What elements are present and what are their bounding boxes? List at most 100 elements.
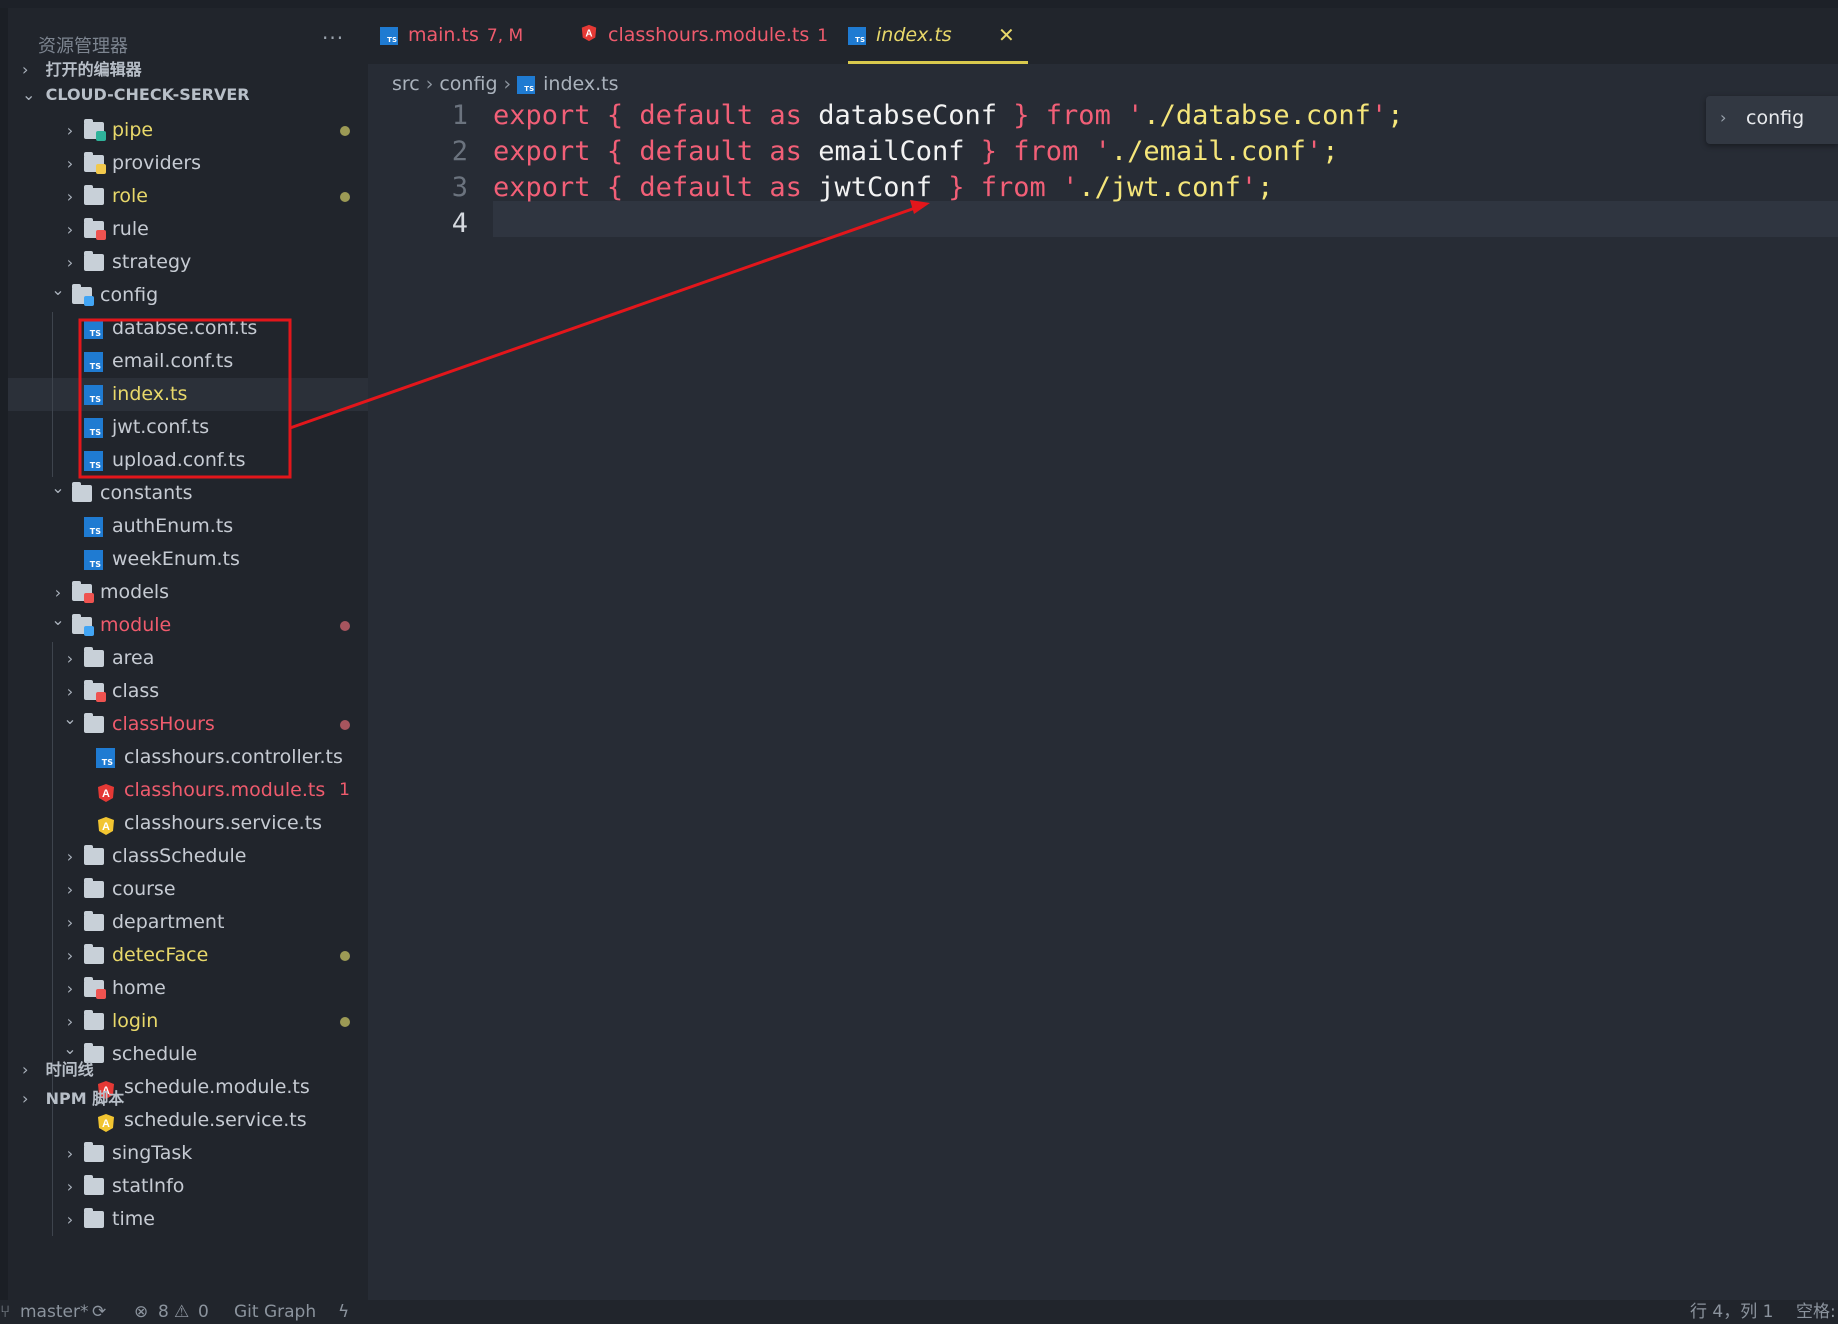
open-editors-section[interactable]: › 打开的编辑器: [22, 56, 142, 80]
folder-icon: [84, 911, 104, 931]
editor-tab[interactable]: Aclasshours.module.ts 1: [580, 8, 828, 64]
semicolon: ;: [1322, 136, 1339, 167]
sync-icon[interactable]: ⟳: [92, 1300, 106, 1324]
file-item[interactable]: Aclasshours.service.ts: [8, 807, 368, 840]
tab-bar: TS main.ts 7, M Aclasshours.module.ts 1 TS ind…: [368, 8, 1838, 64]
folder-item[interactable]: ⌄ constants: [8, 477, 368, 510]
folder-item[interactable]: › role: [8, 180, 368, 213]
folder-item[interactable]: › department: [8, 906, 368, 939]
keyword-export: export: [493, 100, 591, 131]
file-item[interactable]: TS email.conf.ts: [8, 345, 368, 378]
folder-icon: [84, 1208, 104, 1228]
breadcrumb-config[interactable]: config: [439, 73, 497, 95]
tree-item-label: upload.conf.ts: [112, 449, 246, 471]
folder-icon: [84, 944, 104, 964]
providers-folder-icon: [84, 152, 106, 174]
npm-scripts-section[interactable]: › NPM 脚本: [22, 1085, 124, 1109]
folder-icon: [84, 845, 104, 865]
folder-item[interactable]: ⌄ config: [8, 279, 368, 312]
git-graph-button[interactable]: Git Graph: [234, 1300, 316, 1324]
ts-file-icon: TS: [848, 26, 866, 45]
timeline-section[interactable]: › 时间线: [22, 1056, 94, 1080]
tree-item-label: detecFace: [112, 944, 209, 966]
tree-item-label: area: [112, 647, 155, 669]
folder-icon: [84, 647, 104, 667]
folder-item[interactable]: › classSchedule: [8, 840, 368, 873]
project-root-section[interactable]: ⌄ CLOUD-CHECK-SERVER: [22, 85, 250, 104]
sticky-scroll-widget[interactable]: › config: [1706, 96, 1838, 144]
npm-scripts-label: NPM 脚本: [45, 1089, 125, 1108]
code-line[interactable]: export { default as emailConf } from './…: [493, 136, 1338, 167]
folder-item[interactable]: ⌄ classHours: [8, 708, 368, 741]
code-line[interactable]: export { default as databseConf } from '…: [493, 100, 1403, 131]
code-line[interactable]: export { default as jwtConf } from './jw…: [493, 172, 1273, 203]
indent-guide: [52, 642, 53, 1236]
chevron-right-icon: ›: [66, 121, 74, 140]
keyword-export: export: [493, 136, 591, 167]
tree-item-label: rule: [112, 218, 149, 240]
brace-open: {: [606, 136, 624, 167]
quote-open: ': [1127, 100, 1144, 131]
ts-file-icon: TS: [84, 418, 103, 438]
file-item[interactable]: TS index.ts: [8, 378, 368, 411]
file-item[interactable]: TS authEnum.ts: [8, 510, 368, 543]
file-item[interactable]: Aclasshours.module.ts 1: [8, 774, 368, 807]
ts-glyph: TS: [89, 395, 101, 404]
folder-icon: [84, 1175, 104, 1195]
close-icon[interactable]: ✕: [998, 8, 1015, 62]
error-count[interactable]: 8: [158, 1300, 169, 1324]
chevron-right-icon: ›: [66, 220, 74, 239]
folder-item[interactable]: › detecFace: [8, 939, 368, 972]
file-item[interactable]: TS jwt.conf.ts: [8, 411, 368, 444]
tree-item-label: schedule: [112, 1043, 198, 1065]
bolt-icon[interactable]: ϟ: [338, 1300, 349, 1324]
svg-text:A: A: [585, 28, 592, 39]
identifier: emailConf: [818, 136, 965, 167]
folder-item[interactable]: › course: [8, 873, 368, 906]
semicolon: ;: [1387, 100, 1404, 131]
file-item[interactable]: TS databse.conf.ts: [8, 312, 368, 345]
chevron-right-icon: ›: [66, 1210, 74, 1229]
folder-item[interactable]: › singTask: [8, 1137, 368, 1170]
indentation-setting[interactable]: 空格:: [1796, 1300, 1836, 1324]
cursor-position[interactable]: 行 4，列 1: [1690, 1300, 1773, 1324]
string-path: ./jwt.conf: [1078, 172, 1241, 203]
chevron-right-icon: ›: [66, 154, 74, 173]
status-bar: ⑂ master* ⟳ ⊗ 8 ⚠ 0 Git Graph ϟ 行 4，列 1 …: [0, 1300, 1838, 1324]
quote-close: ': [1240, 172, 1258, 203]
file-item[interactable]: TS weekEnum.ts: [8, 543, 368, 576]
editor-tab[interactable]: TS index.ts ✕: [848, 8, 1028, 64]
breadcrumb-src[interactable]: src: [392, 73, 420, 95]
editor-tab[interactable]: TS main.ts 7, M: [380, 8, 523, 64]
chevron-right-icon: ›: [22, 1060, 29, 1079]
file-item[interactable]: TS classhours.controller.ts: [8, 741, 368, 774]
chevron-right-icon: ›: [66, 1144, 74, 1163]
tree-item-label: index.ts: [112, 383, 188, 405]
folder-item[interactable]: ⌄ module: [8, 609, 368, 642]
breadcrumb-file[interactable]: index.ts: [543, 73, 618, 95]
tree-item-label: email.conf.ts: [112, 350, 234, 372]
folder-item[interactable]: › rule: [8, 213, 368, 246]
folder-item[interactable]: › statInfo: [8, 1170, 368, 1203]
brace-open: {: [606, 172, 624, 203]
folder-item[interactable]: › providers: [8, 147, 368, 180]
folder-icon: [84, 185, 104, 205]
folder-item[interactable]: › time: [8, 1203, 368, 1236]
angular-service-icon: A: [96, 814, 116, 835]
more-actions-icon[interactable]: ···: [322, 26, 344, 50]
folder-item[interactable]: › area: [8, 642, 368, 675]
folder-item[interactable]: › pipe: [8, 114, 368, 147]
folder-item[interactable]: › home: [8, 972, 368, 1005]
tree-item-label: classHours: [112, 713, 215, 735]
angular-service-icon: A: [96, 1111, 116, 1132]
warning-count[interactable]: 0: [198, 1300, 209, 1324]
branch-name[interactable]: master*: [20, 1300, 88, 1324]
ts-glyph: TS: [89, 560, 101, 569]
line-number: 1: [451, 100, 468, 131]
identifier: jwtConf: [818, 172, 932, 203]
tab-label: main.ts: [408, 24, 479, 46]
folder-badge-icon: [96, 989, 106, 999]
tree-item-label: classhours.service.ts: [124, 812, 323, 834]
tree-item-label: singTask: [112, 1142, 193, 1164]
tab-label: classhours.module.ts: [608, 24, 810, 46]
